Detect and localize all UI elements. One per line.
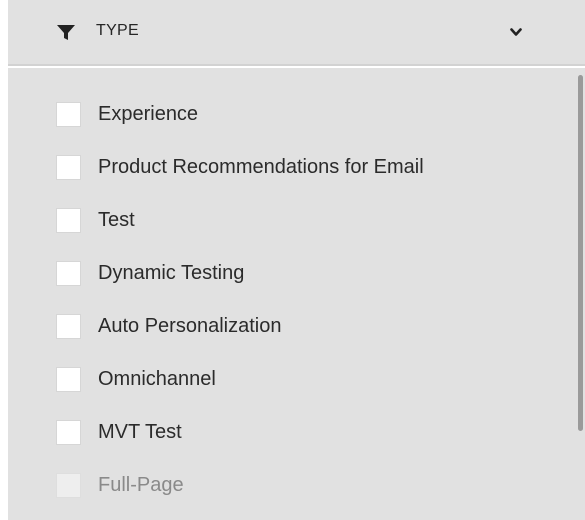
checkbox[interactable] — [56, 420, 81, 445]
type-options-list: Experience Product Recommendations for E… — [8, 68, 585, 520]
chevron-down-icon[interactable] — [510, 28, 522, 37]
option-label: Dynamic Testing — [98, 262, 245, 284]
option-label: Experience — [98, 103, 199, 125]
option-label: Full-Page — [98, 474, 184, 496]
checkbox[interactable] — [56, 367, 81, 392]
option-auto-personalization[interactable]: Auto Personalization — [8, 306, 568, 346]
option-label: Omnichannel — [98, 368, 216, 390]
option-label: Auto Personalization — [98, 315, 282, 337]
option-experience[interactable]: Experience — [8, 94, 568, 134]
option-label: Test — [98, 209, 135, 231]
option-test[interactable]: Test — [8, 200, 568, 240]
filter-title: TYPE — [96, 22, 139, 39]
scrollbar-thumb[interactable] — [578, 75, 583, 431]
checkbox[interactable] — [56, 155, 81, 180]
funnel-icon — [57, 25, 75, 40]
checkbox[interactable] — [56, 208, 81, 233]
option-full-page[interactable]: Full-Page — [8, 465, 568, 505]
checkbox[interactable] — [56, 261, 81, 286]
checkbox[interactable] — [56, 102, 81, 127]
option-dynamic-testing[interactable]: Dynamic Testing — [8, 253, 568, 293]
option-product-recommendations-for-email[interactable]: Product Recommendations for Email — [8, 147, 568, 187]
checkbox[interactable] — [56, 473, 81, 498]
option-label: Product Recommendations for Email — [98, 156, 424, 178]
option-mvt-test[interactable]: MVT Test — [8, 412, 568, 452]
type-filter-header[interactable]: TYPE — [8, 0, 585, 66]
option-omnichannel[interactable]: Omnichannel — [8, 359, 568, 399]
type-filter-panel: TYPE Experience Product Recommendations … — [0, 0, 585, 520]
option-label: MVT Test — [98, 421, 182, 443]
checkbox[interactable] — [56, 314, 81, 339]
